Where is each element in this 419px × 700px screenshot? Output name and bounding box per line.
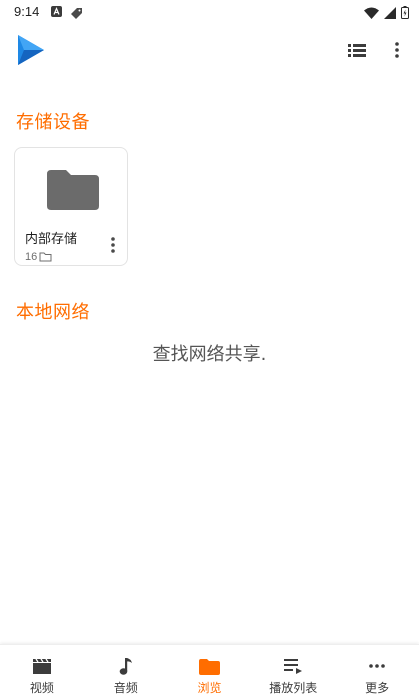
storage-title: 内部存储 bbox=[25, 232, 78, 247]
storage-more-button[interactable] bbox=[107, 234, 119, 256]
bottom-navigation: 视频 音频 浏览 播放列表 更多 bbox=[0, 644, 419, 700]
folder-outline-icon bbox=[39, 247, 52, 266]
battery-icon bbox=[401, 4, 409, 23]
play-logo-icon bbox=[16, 34, 46, 70]
playlist-icon bbox=[284, 656, 303, 676]
status-bar: 9:14 bbox=[0, 0, 419, 26]
more-options-button[interactable] bbox=[388, 39, 406, 61]
more-vert-icon bbox=[395, 42, 399, 58]
list-view-icon bbox=[348, 43, 366, 57]
folder-icon bbox=[47, 168, 99, 214]
list-view-button[interactable] bbox=[346, 39, 368, 61]
nav-label-playlists: 播放列表 bbox=[269, 681, 318, 695]
nav-item-playlists[interactable]: 播放列表 bbox=[251, 645, 335, 700]
section-header-network: 本地网络 bbox=[16, 302, 90, 323]
section-header-storage: 存储设备 bbox=[16, 112, 90, 133]
storage-count: 16 bbox=[25, 250, 38, 263]
app-bar bbox=[0, 26, 419, 76]
storage-count-row: 16 bbox=[25, 247, 52, 266]
nav-item-video[interactable]: 视频 bbox=[0, 645, 84, 700]
nav-item-audio[interactable]: 音频 bbox=[84, 645, 168, 700]
nav-item-browse[interactable]: 浏览 bbox=[168, 645, 252, 700]
more-vert-icon bbox=[111, 237, 115, 253]
cellular-signal-icon bbox=[384, 4, 396, 23]
status-time: 9:14 bbox=[14, 4, 40, 19]
more-horiz-icon bbox=[369, 656, 385, 676]
folder-icon bbox=[198, 656, 220, 676]
video-clapper-icon bbox=[32, 656, 52, 676]
nav-label-browse: 浏览 bbox=[197, 681, 222, 695]
nav-label-audio: 音频 bbox=[113, 681, 138, 695]
wifi-icon bbox=[364, 4, 379, 23]
music-note-icon bbox=[119, 656, 133, 676]
nav-label-more: 更多 bbox=[365, 681, 390, 695]
status-indicators bbox=[364, 4, 409, 23]
tag-icon bbox=[70, 5, 83, 24]
nav-label-video: 视频 bbox=[29, 681, 54, 695]
network-empty-text: 查找网络共享. bbox=[152, 344, 267, 365]
nav-item-more[interactable]: 更多 bbox=[335, 645, 419, 700]
storage-card-internal[interactable]: 内部存储 16 bbox=[14, 147, 128, 266]
a-notification-icon bbox=[51, 6, 62, 17]
